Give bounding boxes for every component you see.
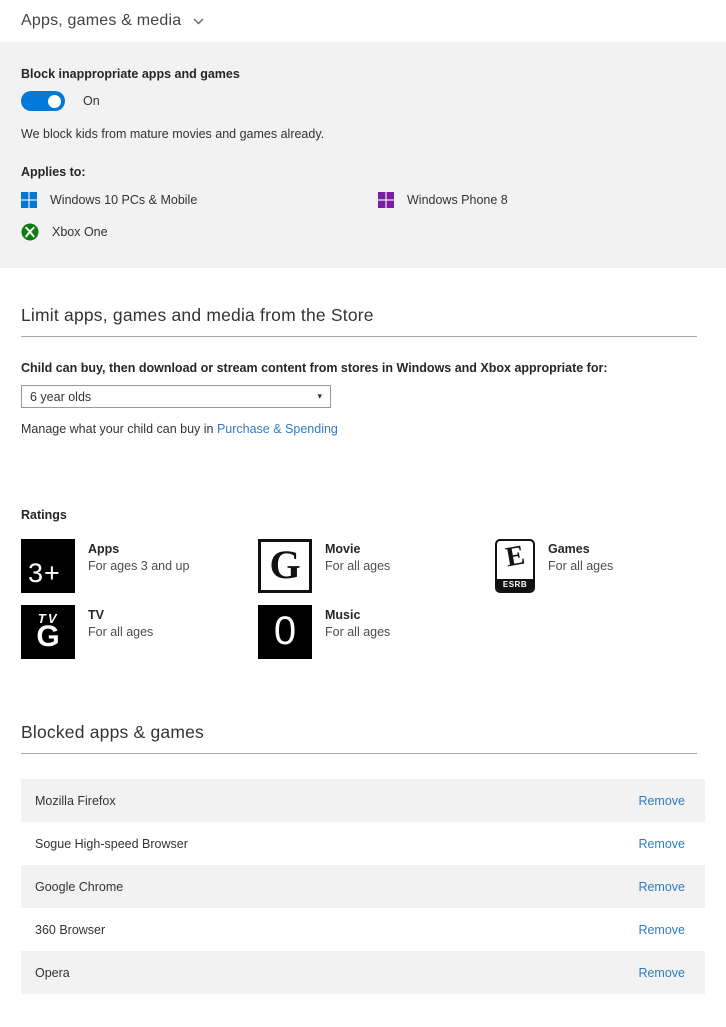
rating-badge-music-icon: 0 bbox=[258, 605, 312, 659]
applies-to-label: Applies to: bbox=[21, 165, 86, 179]
blocked-app-row: Opera Remove bbox=[21, 951, 705, 994]
remove-button[interactable]: Remove bbox=[638, 794, 685, 808]
section-divider bbox=[21, 753, 697, 754]
blocked-app-name: Mozilla Firefox bbox=[35, 793, 116, 808]
device-item: Windows Phone 8 bbox=[378, 192, 705, 208]
block-settings-panel: Block inappropriate apps and games On We… bbox=[0, 42, 726, 268]
toggle-knob bbox=[48, 94, 61, 108]
rating-badge-tv-icon: TV G bbox=[21, 605, 75, 659]
rating-description: For ages 3 and up bbox=[88, 559, 190, 573]
limit-prompt: Child can buy, then download or stream c… bbox=[21, 361, 608, 375]
ratings-label: Ratings bbox=[21, 508, 67, 522]
remove-button[interactable]: Remove bbox=[638, 966, 685, 980]
manage-text: Manage what your child can buy in bbox=[21, 422, 217, 436]
xbox-logo-icon bbox=[21, 223, 39, 241]
blocked-app-row: Google Chrome Remove bbox=[21, 865, 705, 908]
page-title: Apps, games & media bbox=[21, 12, 182, 29]
rating-category: Music bbox=[325, 608, 361, 622]
rating-item: G Movie For all ages bbox=[258, 539, 495, 593]
rating-category: Games bbox=[548, 542, 590, 556]
device-item: Windows 10 PCs & Mobile bbox=[21, 192, 378, 208]
rating-description: For all ages bbox=[325, 625, 391, 639]
toggle-state-label: On bbox=[83, 94, 100, 108]
manage-line: Manage what your child can buy in Purcha… bbox=[21, 422, 705, 436]
rating-badge-movie-icon: G bbox=[258, 539, 312, 593]
block-description: We block kids from mature movies and gam… bbox=[21, 127, 325, 141]
rating-description: For all ages bbox=[325, 559, 391, 573]
toggle-row: On bbox=[21, 91, 705, 111]
rating-description: For all ages bbox=[88, 625, 154, 639]
block-apps-toggle[interactable] bbox=[21, 91, 65, 111]
rating-category: Apps bbox=[88, 542, 120, 556]
age-rating-dropdown[interactable]: 6 year olds ▾ bbox=[21, 385, 331, 408]
rating-item: TV G TV For all ages bbox=[21, 605, 258, 659]
age-rating-selected-value: 6 year olds bbox=[30, 389, 92, 404]
apps-games-media-page: Apps, games & media Block inappropriate … bbox=[0, 0, 726, 1027]
chevron-down-icon[interactable] bbox=[193, 18, 204, 25]
page-header: Apps, games & media bbox=[0, 0, 726, 42]
blocked-apps-list: Mozilla Firefox Remove Sogue High-speed … bbox=[21, 779, 705, 994]
applies-to-devices: Windows 10 PCs & Mobile Windows Phone 8 … bbox=[21, 192, 705, 241]
block-apps-label: Block inappropriate apps and games bbox=[21, 67, 240, 81]
remove-button[interactable]: Remove bbox=[638, 837, 685, 851]
page-bottom-spacer bbox=[0, 994, 726, 1027]
windows-logo-icon bbox=[21, 192, 37, 208]
blocked-app-row: 360 Browser Remove bbox=[21, 908, 705, 951]
rating-badge-apps-icon: 3+ bbox=[21, 539, 75, 593]
dropdown-arrow-icon: ▾ bbox=[317, 391, 322, 401]
rating-item: E ESRB Games For all ages bbox=[495, 539, 726, 593]
ratings-grid: 3+ Apps For ages 3 and up G Movie For al… bbox=[21, 539, 726, 659]
blocked-app-name: 360 Browser bbox=[35, 922, 106, 937]
rating-item: 3+ Apps For ages 3 and up bbox=[21, 539, 258, 593]
rating-category: Movie bbox=[325, 542, 361, 556]
remove-button[interactable]: Remove bbox=[638, 923, 685, 937]
purchase-spending-link[interactable]: Purchase & Spending bbox=[217, 422, 338, 436]
blocked-app-name: Google Chrome bbox=[35, 879, 124, 894]
rating-badge-games-icon: E ESRB bbox=[495, 539, 535, 593]
blocked-app-row: Mozilla Firefox Remove bbox=[21, 779, 705, 822]
blocked-app-name: Opera bbox=[35, 965, 70, 980]
remove-button[interactable]: Remove bbox=[638, 880, 685, 894]
device-item: Xbox One bbox=[21, 223, 378, 241]
rating-category: TV bbox=[88, 608, 104, 622]
section-divider bbox=[21, 336, 697, 337]
windows-logo-icon bbox=[378, 192, 394, 208]
blocked-app-row: Sogue High-speed Browser Remove bbox=[21, 822, 705, 865]
limit-section-heading: Limit apps, games and media from the Sto… bbox=[21, 305, 374, 325]
rating-description: For all ages bbox=[548, 559, 614, 573]
blocked-section-heading: Blocked apps & games bbox=[21, 722, 204, 742]
rating-item: 0 Music For all ages bbox=[258, 605, 495, 659]
blocked-app-name: Sogue High-speed Browser bbox=[35, 836, 188, 851]
